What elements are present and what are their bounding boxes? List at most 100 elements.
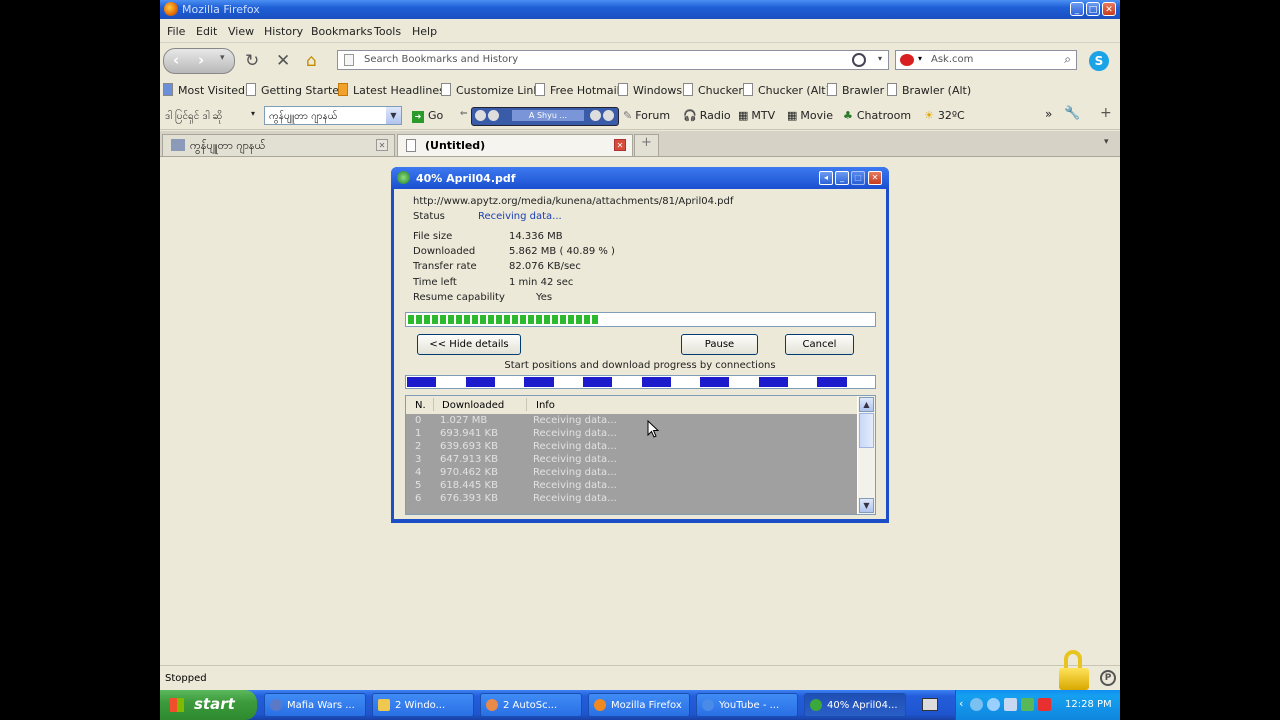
- col-header-n[interactable]: N.: [415, 400, 426, 411]
- taskbar-item-firefox[interactable]: Mozilla Firefox: [588, 693, 690, 717]
- combo-value: ကွန်ပျူတာ ဂျာနယ်: [269, 111, 338, 122]
- table-row[interactable]: 4 970.462 KB Receiving data...: [406, 467, 857, 480]
- toolbar-search-combo[interactable]: ကွန်ပျူတာ ဂျာနယ် ▼: [264, 106, 402, 125]
- scroll-down-icon[interactable]: ▼: [859, 498, 874, 513]
- tray-app-icon[interactable]: [1021, 698, 1034, 711]
- weather-widget[interactable]: ☀ 32ºC: [924, 109, 965, 122]
- roboform-status-icon[interactable]: P: [1100, 670, 1116, 686]
- roboform-icon[interactable]: [852, 53, 866, 67]
- hide-details-button[interactable]: << Hide details: [417, 334, 521, 355]
- connections-bar: [405, 375, 876, 389]
- table-row[interactable]: 2 639.693 KB Receiving data...: [406, 441, 857, 454]
- url-dropdown-icon[interactable]: ▾: [878, 54, 882, 63]
- scroll-up-icon[interactable]: ▲: [859, 397, 874, 412]
- taskbar-item-windows[interactable]: 2 Windo...: [372, 693, 474, 717]
- cancel-button[interactable]: Cancel: [785, 334, 854, 355]
- engine-dropdown-icon[interactable]: ▾: [918, 54, 922, 63]
- tab-list-icon[interactable]: ▾: [1104, 137, 1109, 147]
- radio-link[interactable]: 🎧 Radio: [683, 109, 731, 122]
- bookmark-getting-started[interactable]: Getting Started: [246, 83, 346, 97]
- url-bar[interactable]: Search Bookmarks and History ▾: [337, 50, 889, 70]
- add-icon[interactable]: +: [1100, 105, 1112, 121]
- minimize-button[interactable]: _: [1070, 2, 1084, 16]
- table-row[interactable]: 5 618.445 KB Receiving data...: [406, 480, 857, 493]
- bookmark-customize-links[interactable]: Customize Links: [441, 83, 546, 97]
- taskbar-item-download[interactable]: 40% April04...: [804, 693, 906, 717]
- bookmark-chucker[interactable]: Chucker: [683, 83, 743, 97]
- taskbar-item-autoscreen[interactable]: 2 AutoSc...: [480, 693, 582, 717]
- toolbar-menu-dropdown-icon[interactable]: ▾: [251, 109, 255, 118]
- start-button[interactable]: start: [160, 690, 257, 720]
- tab-computer-journal[interactable]: ကွန်ပျူတာ ဂျာနယ် ✕: [162, 134, 395, 156]
- new-tab-button[interactable]: +: [634, 134, 659, 156]
- skype-icon[interactable]: S: [1089, 51, 1109, 71]
- taskbar-item-mafia-wars[interactable]: Mafia Wars ...: [264, 693, 366, 717]
- window-title: Mozilla Firefox: [182, 3, 260, 16]
- menu-view[interactable]: View: [228, 25, 254, 38]
- table-row[interactable]: 0 1.027 MB Receiving data...: [406, 415, 857, 428]
- network-icon[interactable]: [1004, 698, 1017, 711]
- dialog-tray-button[interactable]: ◂: [819, 171, 833, 185]
- search-icon[interactable]: ⌕: [1064, 52, 1071, 67]
- antivirus-icon[interactable]: [1038, 698, 1051, 711]
- bookmark-most-visited[interactable]: Most Visited: [163, 83, 245, 97]
- search-bar[interactable]: ▾ Ask.com ⌕: [895, 50, 1077, 70]
- connections-table[interactable]: N. Downloaded Info 0 1.027 MB Receiving da…: [405, 395, 876, 515]
- keyboard-icon[interactable]: [922, 698, 938, 711]
- bookmark-free-hotmail[interactable]: Free Hotmail: [535, 83, 620, 97]
- forum-link[interactable]: ✎ Forum: [623, 109, 670, 122]
- bookmark-brawler[interactable]: Brawler: [827, 83, 884, 97]
- menu-tools[interactable]: Tools: [374, 25, 401, 38]
- dialog-close-button[interactable]: ✕: [868, 171, 882, 185]
- table-row[interactable]: 3 647.913 KB Receiving data...: [406, 454, 857, 467]
- bookmark-brawler-alt[interactable]: Brawler (Alt): [887, 83, 971, 97]
- tray-expand-icon[interactable]: ‹: [959, 697, 963, 710]
- wrench-icon[interactable]: 🔧: [1064, 106, 1080, 121]
- history-dropdown-icon[interactable]: ▾: [220, 53, 225, 63]
- forward-icon[interactable]: ›: [198, 51, 204, 69]
- play-icon[interactable]: [488, 110, 499, 121]
- go-button[interactable]: ➜ Go: [412, 109, 443, 123]
- close-button[interactable]: ✕: [1102, 2, 1116, 16]
- menu-help[interactable]: Help: [412, 25, 437, 38]
- menu-edit[interactable]: Edit: [196, 25, 217, 38]
- media-player[interactable]: A Shyu ...: [471, 107, 619, 126]
- bookmark-windows[interactable]: Windows: [618, 83, 682, 97]
- tab-close-icon[interactable]: ✕: [614, 139, 626, 151]
- maximize-button[interactable]: □: [1086, 2, 1100, 16]
- chatroom-link[interactable]: ♣ Chatroom: [843, 109, 911, 122]
- connection-segment: [407, 377, 437, 387]
- col-header-downloaded[interactable]: Downloaded: [442, 400, 504, 411]
- player-back-icon[interactable]: ⇐: [460, 109, 468, 119]
- stop-icon[interactable]: ✕: [276, 51, 290, 71]
- menu-history[interactable]: History: [264, 25, 303, 38]
- table-row[interactable]: 6 676.393 KB Receiving data...: [406, 493, 857, 506]
- scroll-thumb[interactable]: [859, 413, 874, 448]
- bookmark-chucker-alt[interactable]: Chucker (Alt): [743, 83, 830, 97]
- menu-file[interactable]: File: [167, 25, 185, 38]
- tray-app-icon[interactable]: [970, 698, 983, 711]
- tray-app-icon[interactable]: [987, 698, 1000, 711]
- toolbar-overflow-icon[interactable]: »: [1045, 107, 1052, 121]
- taskbar-item-youtube[interactable]: YouTube - ...: [696, 693, 798, 717]
- pause-button[interactable]: Pause: [681, 334, 758, 355]
- menu-bookmarks[interactable]: Bookmarks: [311, 25, 372, 38]
- ask-engine-icon[interactable]: [900, 54, 914, 66]
- combo-dropdown-icon[interactable]: ▼: [386, 107, 401, 124]
- mtv-link[interactable]: ▦ MTV: [738, 109, 775, 122]
- back-icon[interactable]: ‹: [173, 51, 179, 69]
- dialog-minimize-button[interactable]: _: [835, 171, 849, 185]
- col-header-info[interactable]: Info: [536, 400, 555, 411]
- home-icon[interactable]: ⌂: [306, 51, 317, 71]
- volume-icon[interactable]: [590, 110, 601, 121]
- table-scrollbar[interactable]: ▲ ▼: [858, 396, 875, 514]
- reload-icon[interactable]: ↻: [245, 51, 259, 71]
- table-row[interactable]: 1 693.941 KB Receiving data...: [406, 428, 857, 441]
- bookmark-latest-headlines[interactable]: Latest Headlines: [338, 83, 445, 97]
- tab-close-icon[interactable]: ✕: [376, 139, 388, 151]
- movie-link[interactable]: ▦ Movie: [787, 109, 833, 122]
- prev-icon[interactable]: [475, 110, 486, 121]
- stop-player-icon[interactable]: [603, 110, 614, 121]
- tab-untitled[interactable]: (Untitled) ✕: [397, 134, 633, 156]
- toolbar-logo[interactable]: ဒါ ပြင်ရှင် ဒါ ဆို: [165, 109, 222, 124]
